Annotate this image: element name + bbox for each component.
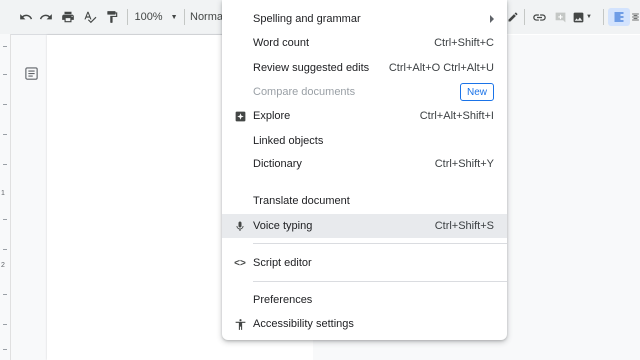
menu-item-shortcut: Ctrl+Alt+Shift+I [419, 110, 494, 122]
menu-item-explore[interactable]: Explore Ctrl+Alt+Shift+I [222, 104, 507, 128]
menu-item-label: Preferences [253, 294, 313, 306]
ruler-tick [3, 294, 7, 295]
menu-item-label: Dictionary [253, 158, 302, 170]
toolbar-divider [184, 9, 185, 25]
menu-item-label: Explore [253, 110, 291, 122]
menu-item-dictionary[interactable]: Dictionary Ctrl+Shift+Y [222, 152, 507, 176]
menu-item-label: Compare documents [253, 86, 356, 98]
ruler-tick [3, 46, 7, 47]
ruler-tick [3, 249, 7, 250]
menu-item-label: Voice typing [253, 220, 313, 232]
ruler-label: 2 [1, 262, 5, 269]
microphone-icon [232, 218, 248, 234]
print-icon[interactable] [60, 8, 76, 26]
ruler-label: 1 [1, 190, 5, 197]
style-value: Normal [190, 11, 226, 23]
style-select[interactable]: Normal [190, 8, 226, 26]
menu-item-label: Translate document [253, 195, 350, 207]
menu-item-label: Script editor [253, 257, 312, 269]
paint-format-icon[interactable] [104, 8, 120, 26]
undo-icon[interactable] [18, 8, 34, 26]
zoom-value: 100% [134, 11, 163, 23]
menu-item-label: Linked objects [253, 135, 324, 147]
accessibility-icon [232, 316, 248, 332]
ruler-tick [3, 74, 7, 75]
align-left-icon[interactable] [608, 8, 630, 26]
menu-item-review-suggested-edits[interactable]: Review suggested edits Ctrl+Alt+O Ctrl+A… [222, 56, 507, 80]
zoom-select[interactable]: 100% ▼ [134, 8, 178, 26]
menu-item-script-editor[interactable]: <> Script editor [222, 251, 507, 275]
menu-item-word-count[interactable]: Word count Ctrl+Shift+C [222, 31, 507, 55]
menu-item-accessibility-settings[interactable]: Accessibility settings [222, 312, 507, 336]
toolbar-divider [603, 9, 604, 25]
spellcheck-icon[interactable] [82, 8, 98, 26]
menu-item-compare-documents: Compare documents New [222, 80, 507, 104]
ruler-tick [3, 219, 7, 220]
document-outline-icon[interactable] [24, 66, 39, 86]
align-center-icon[interactable] [631, 8, 640, 26]
image-icon[interactable]: ▼ [572, 8, 592, 26]
ruler-tick [3, 349, 7, 350]
chevron-down-icon: ▼ [170, 13, 178, 21]
menu-item-label: Accessibility settings [253, 318, 354, 330]
explore-icon [232, 108, 248, 124]
menu-item-linked-objects[interactable]: Linked objects [222, 129, 507, 153]
ruler-tick [3, 164, 7, 165]
ruler-tick [3, 324, 7, 325]
ruler-tick [3, 104, 7, 105]
tools-menu: Spelling and grammar Word count Ctrl+Shi… [222, 0, 507, 340]
menu-item-preferences[interactable]: Preferences [222, 288, 507, 312]
comment-icon[interactable] [553, 8, 567, 26]
link-icon[interactable] [531, 8, 547, 26]
menu-item-voice-typing[interactable]: Voice typing Ctrl+Shift+S [222, 214, 507, 238]
toolbar-divider [524, 9, 525, 25]
menu-item-translate-document[interactable]: Translate document [222, 189, 507, 213]
menu-item-shortcut: Ctrl+Shift+Y [434, 158, 494, 170]
menu-item-label: Review suggested edits [253, 62, 370, 74]
chevron-down-icon: ▼ [586, 14, 592, 20]
pen-icon[interactable] [506, 8, 520, 26]
code-icon: <> [234, 257, 246, 269]
menu-item-shortcut: Ctrl+Alt+O Ctrl+Alt+U [388, 62, 494, 74]
menu-item-label: Spelling and grammar [253, 13, 361, 25]
redo-icon[interactable] [38, 8, 54, 26]
menu-item-spelling-and-grammar[interactable]: Spelling and grammar [222, 7, 507, 31]
menu-divider [253, 243, 507, 244]
menu-item-shortcut: Ctrl+Shift+S [434, 220, 494, 232]
menu-item-shortcut: Ctrl+Shift+C [434, 37, 494, 49]
vertical-ruler: 1 2 [0, 34, 11, 360]
new-badge: New [459, 83, 494, 101]
menu-divider [253, 281, 507, 282]
menu-item-label: Word count [253, 37, 310, 49]
ruler-tick [3, 134, 7, 135]
toolbar-divider [127, 9, 128, 25]
submenu-arrow-icon [490, 15, 494, 23]
